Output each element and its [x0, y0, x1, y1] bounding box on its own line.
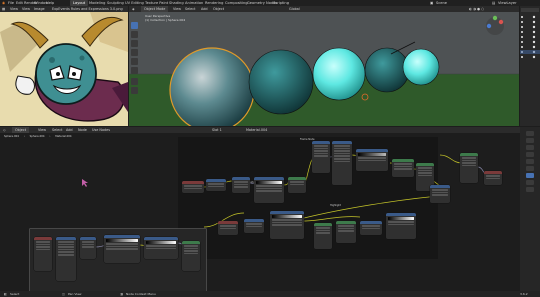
status-bar: ◧ Select ◫ Pan View ◨ Node Context Menu … — [0, 291, 540, 297]
node-left-2[interactable] — [56, 237, 76, 281]
sphere-5[interactable] — [402, 48, 440, 86]
select-icon[interactable] — [131, 22, 138, 29]
node-mix-1[interactable] — [392, 159, 414, 177]
node-left-4[interactable] — [182, 241, 200, 271]
node-bump[interactable] — [430, 185, 450, 203]
node-left-3[interactable] — [80, 237, 96, 259]
viewport-scene — [129, 12, 519, 126]
node-principled-bsdf[interactable] — [460, 153, 478, 183]
node-mapping[interactable] — [206, 179, 226, 191]
viewport-canvas[interactable]: User Perspective (1) Collection | Sphere… — [129, 12, 519, 126]
status-context-menu: Node Context Menu — [126, 292, 156, 296]
node-left-ramp-2[interactable] — [144, 237, 178, 259]
node-links — [65, 152, 487, 252]
status-pan-view: Pan View — [68, 292, 82, 296]
status-select: Select — [10, 292, 20, 296]
node-highlight-mix[interactable] — [336, 221, 356, 243]
node-colorramp-1[interactable] — [254, 177, 284, 203]
node-vector-2[interactable] — [332, 141, 352, 185]
mouse-right-icon: ◨ — [120, 292, 123, 296]
cartoon-artwork — [0, 12, 128, 126]
material-tab-icon[interactable] — [526, 187, 534, 192]
outliner-filter-icon[interactable] — [521, 8, 539, 12]
node-vector-1[interactable] — [312, 141, 330, 173]
node-left-ramp[interactable] — [104, 235, 140, 263]
output-tab-icon[interactable] — [526, 145, 534, 150]
outliner-rows[interactable] — [520, 14, 540, 126]
node-noise[interactable] — [232, 177, 250, 193]
node-left-1[interactable] — [34, 237, 52, 271]
scale-icon[interactable] — [131, 58, 138, 65]
node-colorramp-2[interactable] — [356, 149, 388, 171]
image-canvas[interactable] — [0, 12, 128, 126]
node-highlight-ramp-2[interactable] — [386, 213, 416, 239]
sphere-2[interactable] — [248, 49, 314, 115]
sphere-selected[interactable] — [169, 47, 255, 126]
node-highlight-ramp[interactable] — [270, 211, 304, 239]
node-highlight-math[interactable] — [314, 223, 332, 249]
render-tab-icon[interactable] — [526, 138, 534, 143]
sphere-4[interactable] — [364, 47, 410, 93]
node-material-output[interactable] — [484, 171, 502, 185]
node-highlight-map[interactable] — [244, 219, 264, 233]
mouse-left-icon: ◧ — [4, 292, 7, 296]
mouse-cursor-icon — [82, 179, 88, 187]
rotate-icon[interactable] — [131, 49, 138, 56]
tool-tab-icon[interactable] — [526, 131, 534, 136]
sphere-3[interactable] — [312, 47, 366, 101]
node-highlight-input[interactable] — [218, 221, 238, 235]
move-icon[interactable] — [131, 40, 138, 47]
view-layer-tab-icon[interactable] — [526, 152, 534, 157]
node-editor-canvas[interactable]: Sphere.004 › Sphere.004 › Material.004 F… — [0, 133, 520, 291]
measure-icon[interactable] — [131, 87, 138, 94]
node-highlight-vector[interactable] — [360, 221, 382, 235]
node-texcoord[interactable] — [182, 181, 204, 193]
node-math-1[interactable] — [288, 177, 306, 193]
cursor-icon[interactable] — [131, 31, 138, 38]
annotate-icon[interactable] — [131, 78, 138, 85]
properties-tabs — [520, 127, 540, 291]
outliner-panel — [520, 6, 540, 126]
transform-icon[interactable] — [131, 67, 138, 74]
mouse-middle-icon: ◫ — [62, 292, 65, 296]
scene-tab-icon[interactable] — [526, 159, 534, 164]
status-version: 3.6.2 — [520, 292, 528, 296]
world-tab-icon[interactable] — [526, 166, 534, 171]
modifier-tab-icon[interactable] — [526, 180, 534, 185]
object-tab-icon[interactable] — [526, 173, 534, 178]
viewport-collection-label: (1) Collection | Sphere.004 — [145, 18, 186, 22]
